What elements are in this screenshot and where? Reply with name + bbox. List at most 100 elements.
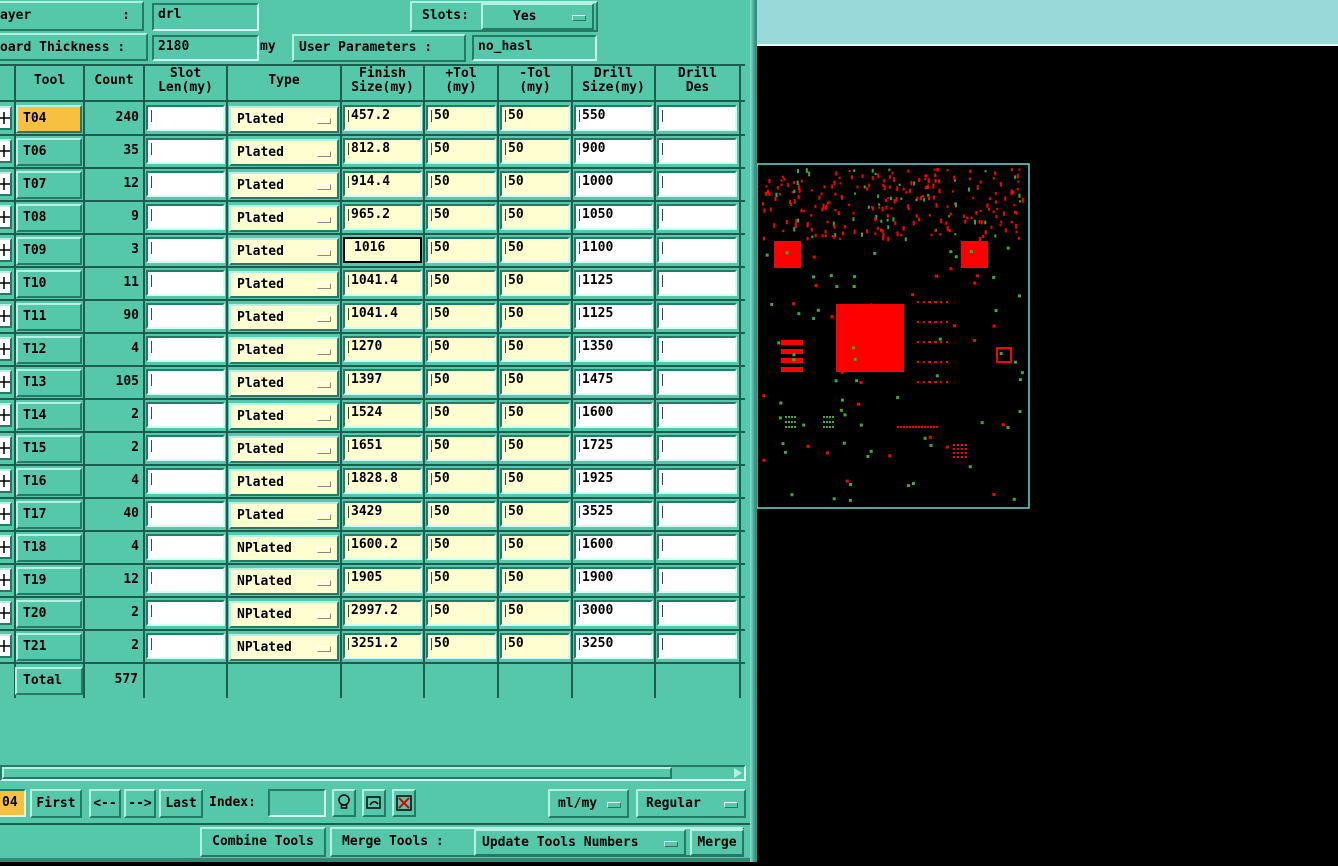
plus-tol-input[interactable]: 50 (426, 369, 496, 395)
type-dropdown[interactable]: Plated (229, 502, 339, 529)
type-dropdown[interactable]: NPlated (229, 568, 339, 595)
drill-designator-input[interactable] (657, 600, 737, 626)
minus-tol-input[interactable]: 50 (500, 402, 570, 428)
tool-button[interactable]: T07 (16, 171, 82, 199)
drill-size-input[interactable]: 1050 (574, 204, 653, 230)
drill-designator-input[interactable] (657, 171, 737, 197)
mode-dropdown[interactable]: Regular (636, 789, 746, 818)
drill-size-input[interactable]: 900 (574, 138, 653, 164)
slot-length-input[interactable] (146, 633, 225, 659)
slot-length-input[interactable] (146, 237, 225, 263)
row-expand-icon[interactable] (0, 634, 12, 658)
drill-designator-input[interactable] (657, 534, 737, 560)
plus-tol-input[interactable]: 50 (426, 171, 496, 197)
scrollbar-thumb[interactable] (2, 767, 672, 779)
plus-tol-input[interactable]: 50 (426, 534, 496, 560)
next-button[interactable]: --> (124, 789, 156, 818)
drill-size-input[interactable]: 1600 (574, 534, 653, 560)
drill-designator-input[interactable] (657, 567, 737, 593)
type-dropdown[interactable]: Plated (229, 403, 339, 430)
drill-designator-input[interactable] (657, 435, 737, 461)
graphics-canvas[interactable] (756, 46, 1338, 862)
minus-tol-input[interactable]: 50 (500, 633, 570, 659)
drill-size-input[interactable]: 1725 (574, 435, 653, 461)
row-expand-icon[interactable] (0, 238, 12, 262)
tool-button[interactable]: T08 (16, 204, 82, 232)
finish-size-input[interactable]: 3429 (343, 501, 422, 527)
plus-tol-input[interactable]: 50 (426, 567, 496, 593)
row-expand-icon[interactable] (0, 304, 12, 328)
finish-size-input[interactable]: 1524 (343, 402, 422, 428)
plus-tol-input[interactable]: 50 (426, 633, 496, 659)
plus-tol-input[interactable]: 50 (426, 204, 496, 230)
drill-designator-input[interactable] (657, 402, 737, 428)
highlight-button[interactable] (332, 789, 356, 817)
slot-length-input[interactable] (146, 303, 225, 329)
plus-tol-input[interactable]: 50 (426, 270, 496, 296)
row-expand-icon[interactable] (0, 535, 12, 559)
drill-size-input[interactable]: 1600 (574, 402, 653, 428)
finish-size-input[interactable]: 1270 (343, 336, 422, 362)
drill-designator-input[interactable] (657, 270, 737, 296)
finish-size-input[interactable]: 1905 (343, 567, 422, 593)
type-dropdown[interactable]: NPlated (229, 634, 339, 661)
finish-size-input[interactable]: 1397 (343, 369, 422, 395)
row-expand-icon[interactable] (0, 370, 12, 394)
minus-tol-input[interactable]: 50 (500, 138, 570, 164)
tool-button[interactable]: T16 (16, 468, 82, 496)
type-dropdown[interactable]: Plated (229, 304, 339, 331)
slot-length-input[interactable] (146, 468, 225, 494)
combine-tools-button[interactable]: Combine Tools (200, 827, 326, 857)
plus-tol-input[interactable]: 50 (426, 402, 496, 428)
plus-tol-input[interactable]: 50 (426, 468, 496, 494)
user-parameters-button[interactable]: User Parameters : (292, 34, 466, 62)
row-expand-icon[interactable] (0, 601, 12, 625)
type-dropdown[interactable]: Plated (229, 172, 339, 199)
delete-button[interactable] (392, 789, 416, 817)
row-expand-icon[interactable] (0, 172, 12, 196)
tool-button[interactable]: T04 (16, 105, 82, 133)
minus-tol-input[interactable]: 50 (500, 501, 570, 527)
merge-option-dropdown[interactable]: Update Tools Numbers (474, 829, 686, 856)
row-expand-icon[interactable] (0, 568, 12, 592)
type-dropdown[interactable]: Plated (229, 271, 339, 298)
row-expand-icon[interactable] (0, 106, 12, 130)
first-button[interactable]: First (30, 789, 82, 818)
plus-tol-input[interactable]: 50 (426, 501, 496, 527)
tool-button[interactable]: T10 (16, 270, 82, 298)
minus-tol-input[interactable]: 50 (500, 303, 570, 329)
drill-size-input[interactable]: 3000 (574, 600, 653, 626)
finish-size-input[interactable]: 3251.2 (343, 633, 422, 659)
type-dropdown[interactable]: NPlated (229, 535, 339, 562)
type-dropdown[interactable]: Plated (229, 106, 339, 133)
drill-designator-input[interactable] (657, 336, 737, 362)
drill-size-input[interactable]: 1125 (574, 270, 653, 296)
row-expand-icon[interactable] (0, 436, 12, 460)
drill-size-input[interactable]: 1100 (574, 237, 653, 263)
drill-designator-input[interactable] (657, 303, 737, 329)
tool-button[interactable]: T15 (16, 435, 82, 463)
minus-tol-input[interactable]: 50 (500, 171, 570, 197)
merge-button[interactable]: Merge (690, 829, 744, 856)
drill-size-input[interactable]: 1475 (574, 369, 653, 395)
drill-size-input[interactable]: 3250 (574, 633, 653, 659)
tool-button[interactable]: T14 (16, 402, 82, 430)
row-expand-icon[interactable] (0, 139, 12, 163)
drill-designator-input[interactable] (657, 204, 737, 230)
finish-size-input[interactable]: 457.2 (343, 105, 422, 131)
slots-dropdown[interactable]: Yes (481, 3, 594, 30)
finish-size-input[interactable]: 1651 (343, 435, 422, 461)
tool-button[interactable]: T18 (16, 534, 82, 562)
plus-tol-input[interactable]: 50 (426, 237, 496, 263)
tool-button[interactable]: T21 (16, 633, 82, 661)
minus-tol-input[interactable]: 50 (500, 105, 570, 131)
slot-length-input[interactable] (146, 435, 225, 461)
type-dropdown[interactable]: Plated (229, 337, 339, 364)
plus-tol-input[interactable]: 50 (426, 138, 496, 164)
plus-tol-input[interactable]: 50 (426, 105, 496, 131)
slot-length-input[interactable] (146, 138, 225, 164)
user-parameters-field[interactable]: no_hasl (472, 35, 597, 61)
finish-size-input[interactable]: 914.4 (343, 171, 422, 197)
tool-button[interactable]: T09 (16, 237, 82, 265)
drill-size-input[interactable]: 1350 (574, 336, 653, 362)
